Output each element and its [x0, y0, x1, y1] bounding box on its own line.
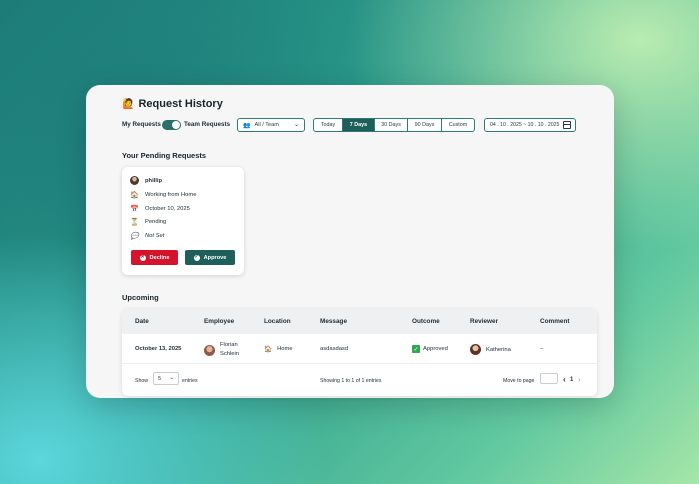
team-requests-label: Team Requests	[184, 121, 231, 128]
close-icon: ✕	[139, 254, 146, 261]
row-date: October 13, 2025	[135, 346, 182, 352]
pending-date: 📅 October 10, 2025	[130, 204, 190, 213]
showing-info: Showing 1 to 1 of 1 entries	[320, 378, 382, 384]
upcoming-table: Date Employee Location Message Outcome R…	[122, 309, 597, 396]
requests-toggle[interactable]	[162, 120, 181, 130]
check-icon: ✓	[193, 254, 200, 261]
employee-last-name: Schlein	[220, 351, 240, 357]
row-outcome-text: Approved	[423, 346, 448, 352]
calendar-icon	[563, 121, 571, 129]
row-location: 🏠 Home	[264, 345, 293, 353]
pending-location-text: Working from Home	[145, 191, 197, 198]
date-range-value: 04 . 10 . 2025 ~ 10 . 10 . 2025	[490, 122, 560, 128]
speech-bubble-icon: 💬	[130, 232, 139, 240]
range-90-days-button[interactable]: 90 Days	[408, 119, 442, 131]
page-number-input[interactable]	[540, 373, 558, 384]
entries-label: entries	[182, 378, 198, 384]
row-reviewer: Katherina	[470, 344, 511, 355]
chevron-down-icon: ⌄	[293, 122, 299, 128]
filter-bar: My Requests Team Requests 👥 All / Team ⌄…	[122, 118, 592, 133]
pending-employee-name: phillip	[145, 177, 163, 184]
next-page-icon[interactable]: ›	[578, 375, 581, 384]
table-header: Date Employee Location Message Outcome R…	[122, 309, 597, 334]
raising-hand-icon: 🙋	[122, 98, 135, 110]
approve-button[interactable]: ✓ Approve	[185, 250, 235, 265]
check-icon: ✓	[412, 345, 420, 353]
row-employee: Florian Schlein	[204, 341, 239, 359]
pending-status-text: Pending	[145, 218, 167, 225]
pending-note: 💬 Not Set	[130, 231, 164, 240]
show-label: Show	[135, 378, 148, 384]
row-outcome: ✓ Approved	[412, 345, 448, 353]
table-row[interactable]: October 13, 2025 Florian Schlein 🏠 Home …	[122, 334, 597, 364]
row-employee-name: Florian Schlein	[220, 341, 239, 359]
range-30-days-button[interactable]: 30 Days	[375, 119, 408, 131]
date-range-input[interactable]: 04 . 10 . 2025 ~ 10 . 10 . 2025	[484, 118, 576, 132]
column-message[interactable]: Message	[320, 318, 347, 325]
pending-location: 🏠 Working from Home	[130, 190, 196, 199]
avatar	[204, 344, 215, 356]
hourglass-icon: ⏳	[130, 218, 139, 226]
request-history-card: 🙋 Request History My Requests Team Reque…	[86, 85, 614, 398]
prev-page-icon[interactable]: ‹	[563, 375, 566, 384]
pending-status: ⏳ Pending	[130, 217, 166, 226]
my-requests-label: My Requests	[122, 121, 161, 128]
approve-label: Approve	[203, 254, 227, 261]
team-select-value: All / Team	[254, 122, 279, 128]
chevron-down-icon: ⌄	[169, 375, 174, 381]
employee-first-name: Florian	[220, 342, 238, 348]
column-location[interactable]: Location	[264, 318, 291, 325]
row-location-text: Home	[277, 346, 293, 352]
upcoming-heading: Upcoming	[122, 293, 159, 302]
avatar	[130, 176, 139, 185]
entries-select[interactable]: 5 ⌄	[153, 372, 179, 385]
move-to-page-label: Move to page	[503, 378, 535, 384]
pending-request-card: phillip 🏠 Working from Home 📅 October 10…	[122, 167, 244, 275]
users-icon: 👥	[243, 122, 251, 129]
current-page[interactable]: 1	[570, 377, 573, 383]
column-comment[interactable]: Comment	[540, 318, 569, 325]
page-title-text: Request History	[138, 98, 223, 110]
decline-button[interactable]: ✕ Decline	[131, 250, 178, 265]
row-comment: –	[540, 346, 544, 352]
entries-select-value: 5	[158, 375, 161, 382]
column-date[interactable]: Date	[135, 318, 149, 325]
team-select[interactable]: 👥 All / Team ⌄	[237, 118, 305, 132]
range-custom-button[interactable]: Custom	[442, 119, 474, 131]
column-reviewer[interactable]: Reviewer	[470, 318, 498, 325]
row-reviewer-name: Katherina	[486, 346, 511, 353]
toggle-knob	[172, 121, 180, 129]
page-title: 🙋 Request History	[122, 98, 223, 110]
range-button-group: Today 7 Days 30 Days 90 Days Custom	[313, 118, 475, 132]
column-outcome[interactable]: Outcome	[412, 318, 440, 325]
pending-note-text: Not Set	[145, 232, 165, 239]
pending-employee: phillip	[130, 176, 162, 185]
pending-heading: Your Pending Requests	[122, 151, 207, 160]
avatar	[470, 344, 481, 355]
home-icon: 🏠	[130, 191, 139, 199]
home-icon: 🏠	[264, 346, 273, 353]
table-footer: Show 5 ⌄ entries Showing 1 to 1 of 1 ent…	[122, 365, 597, 395]
range-7-days-button[interactable]: 7 Days	[343, 119, 375, 131]
range-today-button[interactable]: Today	[314, 119, 343, 131]
calendar-icon: 📅	[130, 205, 139, 213]
decline-label: Decline	[149, 254, 170, 261]
column-employee[interactable]: Employee	[204, 318, 234, 325]
pending-date-text: October 10, 2025	[145, 205, 190, 212]
row-message: asdasdasd	[320, 346, 349, 352]
